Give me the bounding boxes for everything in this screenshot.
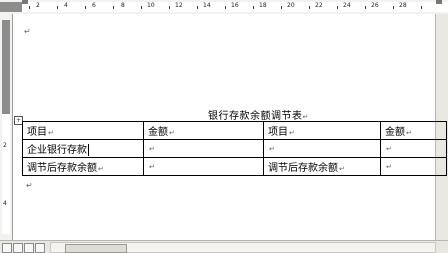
- ruler-tick: [281, 6, 282, 9]
- cell-end-mark: ↵: [48, 129, 54, 137]
- ruler-left-margin: [0, 2, 22, 12]
- ruler-tick: [113, 6, 114, 9]
- table-cell[interactable]: 项目↵: [22, 121, 144, 140]
- ruler-number: 22: [315, 2, 323, 9]
- ruler-tick: [225, 6, 226, 9]
- ruler-number: 2: [3, 142, 7, 149]
- ruler-tick: [253, 6, 254, 9]
- ruler-tick: [85, 6, 86, 9]
- ruler-tick: [197, 6, 198, 9]
- ruler-track: [2, 114, 10, 234]
- paragraph-mark: ↵: [24, 27, 31, 36]
- cell-end-mark: ↵: [386, 145, 392, 153]
- ruler-number: 20: [287, 2, 295, 9]
- ruler-number: 12: [175, 2, 183, 9]
- table-cell[interactable]: ↵: [380, 157, 447, 176]
- text-cursor: [88, 144, 89, 156]
- table-row: 企业银行存款 ↵ ↵ ↵: [22, 139, 447, 158]
- cell-end-mark: ↵: [169, 129, 175, 137]
- ruler-number: 28: [399, 2, 407, 9]
- cell-text: 调节后存款余额: [268, 163, 338, 174]
- paragraph-mark: ↵: [302, 113, 309, 121]
- document-title[interactable]: 银行存款余额调节表↵: [208, 107, 309, 122]
- cell-end-mark: ↵: [386, 163, 392, 171]
- ruler-tick: [365, 6, 366, 9]
- cell-text: 企业银行存款: [27, 145, 87, 156]
- ruler-number: 18: [259, 2, 267, 9]
- table-row: 项目↵ 金额↵ 项目↵ 金额↵: [22, 121, 447, 140]
- table-cell[interactable]: 调节后存款余额↵: [263, 157, 381, 176]
- ruler-number: 26: [371, 2, 379, 9]
- cell-end-mark: ↵: [149, 163, 155, 171]
- table-cell[interactable]: ↵: [143, 157, 264, 176]
- ruler-number: 2: [36, 2, 40, 9]
- table-cell[interactable]: ↵: [143, 139, 264, 158]
- ruler-number: 6: [92, 2, 96, 9]
- ruler-tick: [309, 6, 310, 9]
- cell-text: 调节后存款余额: [27, 163, 97, 174]
- ruler-top-margin: [2, 20, 10, 114]
- ruler-tick: [421, 6, 422, 9]
- ruler-number: 16: [231, 2, 239, 9]
- table-cell[interactable]: 企业银行存款: [22, 139, 144, 158]
- ruler-tick: [393, 6, 394, 9]
- cell-end-mark: ↵: [98, 165, 104, 173]
- table-cell[interactable]: 项目↵: [263, 121, 381, 140]
- cell-text: 项目: [268, 127, 288, 138]
- ruler-number: 4: [3, 200, 7, 207]
- cell-text: 金额: [385, 127, 405, 138]
- ruler-tick: [169, 6, 170, 9]
- cell-end-mark: ↵: [289, 129, 295, 137]
- table-cell[interactable]: 调节后存款余额↵: [22, 157, 144, 176]
- ruler-tick: [141, 6, 142, 9]
- table-row: 调节后存款余额↵ ↵ 调节后存款余额↵ ↵: [22, 157, 447, 176]
- cell-text: 项目: [27, 127, 47, 138]
- table-cell[interactable]: 金额↵: [143, 121, 264, 140]
- table-cell[interactable]: 金额↵: [380, 121, 447, 140]
- paragraph-mark: ↵: [26, 181, 33, 190]
- reconciliation-table: 项目↵ 金额↵ 项目↵ 金额↵ 企业银行存款 ↵ ↵ ↵ 调节后存款余额↵ ↵ …: [22, 121, 447, 176]
- right-indent-marker[interactable]: [436, 0, 442, 4]
- ruler-tick: [337, 6, 338, 9]
- first-line-indent-marker[interactable]: [22, 0, 28, 4]
- ruler-number: 4: [64, 2, 68, 9]
- table-cell[interactable]: ↵: [263, 139, 381, 158]
- ruler-number: 14: [203, 2, 211, 9]
- horizontal-scrollbar[interactable]: [50, 242, 436, 253]
- ruler-tick: [29, 6, 30, 9]
- ruler-number: 24: [343, 2, 351, 9]
- cell-end-mark: ↵: [269, 145, 275, 153]
- cell-end-mark: ↵: [339, 165, 345, 173]
- ruler-number: 10: [147, 2, 155, 9]
- cell-text: 金额: [148, 127, 168, 138]
- table-cell[interactable]: ↵: [380, 139, 447, 158]
- cell-end-mark: ↵: [406, 129, 412, 137]
- ruler-number: 8: [121, 2, 125, 9]
- ruler-tick: [57, 6, 58, 9]
- horizontal-ruler[interactable]: 2 4 6 8 10 12 14 16 18 20 22 24 26 28: [0, 0, 448, 15]
- vertical-ruler[interactable]: 2 4: [0, 14, 13, 240]
- bottom-bar: [0, 240, 448, 253]
- cell-end-mark: ↵: [149, 145, 155, 153]
